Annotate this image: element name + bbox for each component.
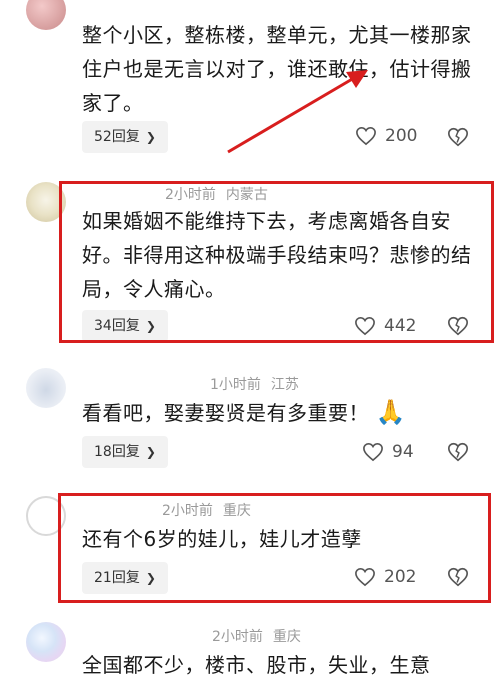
avatar[interactable] <box>26 182 66 222</box>
avatar[interactable] <box>26 622 66 662</box>
comment-location: 内蒙古 <box>225 187 268 203</box>
heart-icon <box>355 567 375 587</box>
like-count: 202 <box>384 567 417 587</box>
avatar[interactable] <box>26 368 66 408</box>
reply-count: 18回复 <box>94 444 140 460</box>
comment-text: 还有个6岁的娃儿，娃儿才造孽 <box>82 527 362 551</box>
like-button[interactable]: 202 <box>354 563 416 591</box>
comment-meta: 2小时前 重庆 <box>162 500 261 520</box>
comment-text: 整个小区，整栋楼，整单元，尤其一楼那家住户也是无言以对了，谁还敢住，估计得搬家了… <box>82 23 472 115</box>
avatar[interactable] <box>26 496 66 536</box>
dislike-heart-icon[interactable] <box>447 126 469 148</box>
reply-button[interactable]: 34回复 ❯ <box>82 310 168 342</box>
like-count: 200 <box>385 126 418 146</box>
like-button[interactable]: 200 <box>355 122 417 150</box>
like-count: 94 <box>392 442 414 462</box>
like-count: 442 <box>384 316 417 336</box>
dislike-heart-icon[interactable] <box>447 566 469 588</box>
chevron-right-icon: ❯ <box>145 445 156 459</box>
reply-button[interactable]: 18回复 ❯ <box>82 436 168 468</box>
comment-time: 2小时前 <box>212 629 263 645</box>
comment-location: 重庆 <box>272 629 301 645</box>
chevron-right-icon: ❯ <box>145 571 156 585</box>
like-button[interactable]: 94 <box>362 438 414 466</box>
comment-time: 1小时前 <box>210 377 261 393</box>
heart-icon <box>355 316 375 336</box>
praying-hands-emoji: 🙏 <box>375 398 407 426</box>
chevron-right-icon: ❯ <box>145 130 156 144</box>
comment-location: 重庆 <box>222 503 251 519</box>
comment-time: 2小时前 <box>165 187 216 203</box>
reply-count: 21回复 <box>94 570 140 586</box>
comment-location: 江苏 <box>270 377 299 393</box>
heart-icon <box>363 442 383 462</box>
reply-button[interactable]: 52回复 ❯ <box>82 121 168 153</box>
like-button[interactable]: 442 <box>354 312 416 340</box>
comment-text: 全国都不少，楼市、股市，失业，生意 <box>82 653 431 677</box>
avatar[interactable] <box>26 0 66 30</box>
comment-meta: 2小时前 内蒙古 <box>165 184 278 204</box>
comment-text: 如果婚姻不能维持下去，考虑离婚各自安好。非得用这种极端手段结束吗？悲惨的结局，令… <box>82 209 472 301</box>
comment-meta: 2小时前 重庆 <box>212 626 311 646</box>
comment-text: 看看吧，娶妻娶贤是有多重要！ 🙏 <box>82 395 477 430</box>
heart-icon <box>356 126 376 146</box>
reply-count: 34回复 <box>94 318 140 334</box>
chevron-right-icon: ❯ <box>145 319 156 333</box>
dislike-heart-icon[interactable] <box>447 441 469 463</box>
comment-text-content: 看看吧，娶妻娶贤是有多重要！ <box>82 401 369 425</box>
comment-meta: 1小时前 江苏 <box>210 374 309 394</box>
reply-button[interactable]: 21回复 ❯ <box>82 562 168 594</box>
reply-count: 52回复 <box>94 129 140 145</box>
comment-time: 2小时前 <box>162 503 213 519</box>
dislike-heart-icon[interactable] <box>447 315 469 337</box>
